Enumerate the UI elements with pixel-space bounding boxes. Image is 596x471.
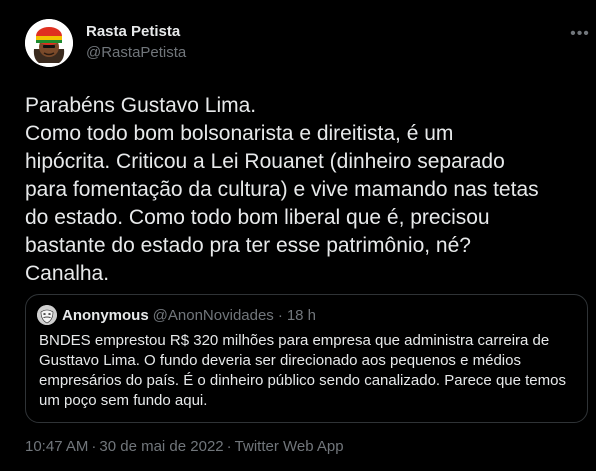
quoted-text-line: um poço sem fundo aqui. <box>39 392 208 409</box>
quoted-author-name[interactable]: Anonymous <box>62 307 149 324</box>
quoted-author-avatar[interactable] <box>37 305 57 325</box>
tweet-time[interactable]: 10:47 AM <box>25 438 88 455</box>
author-avatar[interactable] <box>25 19 73 67</box>
tweet-text-line: Como todo bom bolsonarista e direitista,… <box>25 122 454 145</box>
meta-separator: · <box>226 438 232 455</box>
tweet-source[interactable]: Twitter Web App <box>235 438 344 455</box>
more-options-icon[interactable]: ••• <box>570 24 590 44</box>
meta-separator: · <box>91 438 97 455</box>
anonymous-mask-avatar <box>37 305 57 325</box>
tweet-text-line: bastante do estado pra ter esse patrimôn… <box>25 234 471 257</box>
quoted-author-handle[interactable]: @AnonNovidades <box>153 307 274 324</box>
tweet-text-line: hipócrita. Criticou a Lei Rouanet (dinhe… <box>25 150 505 173</box>
quoted-tweet[interactable]: Anonymous @AnonNovidades · 18 h BNDES empre… <box>25 294 588 423</box>
quoted-separator: · <box>277 307 283 324</box>
tweet-metadata: 10:47 AM · 30 de mai de 2022 · Twitter Web A… <box>25 438 344 455</box>
quoted-header: Anonymous @AnonNovidades · 18 h <box>62 307 316 324</box>
tweet-text-line: para fomentação da cultura) e vive maman… <box>25 178 539 201</box>
tweet-text-line: Parabéns Gustavo Lima. <box>25 94 257 117</box>
rastafarian-emoji-avatar <box>25 19 73 67</box>
quoted-text: BNDES emprestou R$ 320 milhões para empr… <box>39 331 579 411</box>
author-handle[interactable]: @RastaPetista <box>86 44 186 61</box>
quoted-text-line: BNDES emprestou R$ 320 milhões para empr… <box>39 332 550 349</box>
tweet-text: Parabéns Gustavo Lima. Como todo bom bol… <box>25 92 585 288</box>
quoted-text-line: Gusttavo Lima. O fundo deveria ser direc… <box>39 352 521 369</box>
tweet-date[interactable]: 30 de mai de 2022 <box>99 438 223 455</box>
author-name[interactable]: Rasta Petista <box>86 23 180 40</box>
tweet: Rasta Petista @RastaPetista ••• Parabéns… <box>0 0 596 471</box>
tweet-text-line: do estado. Como todo bom liberal que é, … <box>25 206 490 229</box>
quoted-text-line: empresários do país. É o dinheiro públic… <box>39 372 566 389</box>
tweet-text-line: Canalha. <box>25 262 110 285</box>
quoted-time[interactable]: 18 h <box>287 307 316 324</box>
